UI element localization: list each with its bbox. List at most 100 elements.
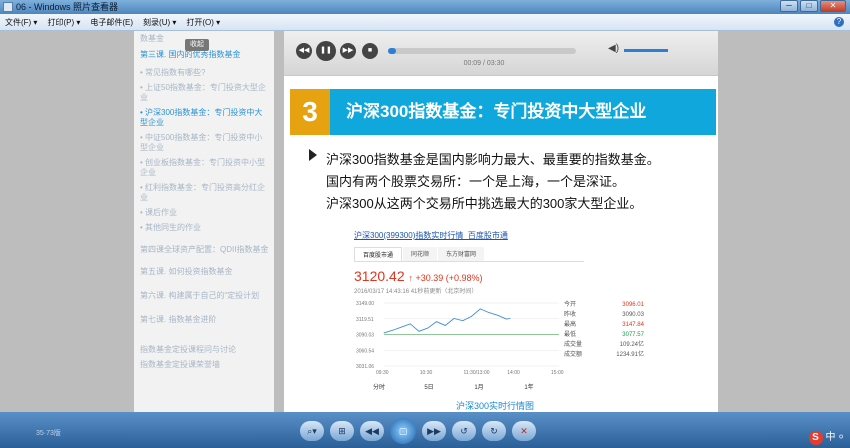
pause-button[interactable]: ❚❚ <box>316 41 336 61</box>
audio-player: ◀◀ ❚❚ ▶▶ ■ 00:09 / 03:30 ◀) <box>284 31 718 76</box>
outline-item[interactable]: • 中证500指数基金：专门投资中小型企业 <box>140 133 270 153</box>
price-point <box>509 318 511 319</box>
x-tick-label: 09:30 <box>376 370 389 376</box>
menu-open[interactable]: 打开(O) ▾ <box>186 14 220 30</box>
slide-body: 沪深300指数基金是国内影响力最大、最重要的指数基金。 国内有两个股票交易所：一… <box>309 149 660 215</box>
collapse-button[interactable]: 收起 <box>185 39 209 51</box>
index-price: 3120.42 <box>354 268 405 284</box>
volume-slider[interactable] <box>624 49 668 52</box>
progress-fill <box>388 48 396 54</box>
rotate-right-button[interactable]: ↻ <box>482 421 506 441</box>
price-point <box>444 325 446 326</box>
slide-line: 沪深300从这两个交易所中挑选最大的300家大型企业。 <box>326 196 643 211</box>
stat-label: 今开 <box>564 302 577 308</box>
price-point <box>453 318 455 319</box>
tab-tonghuashun[interactable]: 同花顺 <box>403 247 438 261</box>
price-point <box>383 332 385 334</box>
time-readout: 00:09 / 03:30 <box>463 60 505 67</box>
outline-item-active[interactable]: • 沪深300指数基金：专门投资中大型企业 <box>140 108 270 128</box>
y-tick-label: 3119.51 <box>356 317 374 323</box>
y-tick-label: 3031.06 <box>356 364 374 370</box>
stat-label: 昨收 <box>564 312 577 318</box>
outline-item[interactable]: • 红利指数基金：专门投资高分红企业 <box>140 183 270 203</box>
outline-footer[interactable]: 指数基金定投课程问与讨论 <box>140 345 270 355</box>
minimize-button[interactable]: ─ <box>780 0 798 12</box>
period-tabs: 分时 5日 1月 1年 <box>354 382 554 391</box>
lesson-6[interactable]: 第六课. 构建属于自己的“定投计划 <box>140 291 270 301</box>
outline-item[interactable]: • 常见指数有哪些? <box>140 68 270 78</box>
rewind-button[interactable]: ◀◀ <box>296 43 312 59</box>
source-tabs: 百度股市通 同花顺 东方财富网 <box>354 247 584 262</box>
slide-line: 国内有两个股票交易所：一个是上海，一个是深证。 <box>326 174 626 189</box>
period-tab[interactable]: 1年 <box>504 382 554 391</box>
index-change: ↑ +30.39 (+0.98%) <box>408 273 483 283</box>
actual-size-button[interactable]: ⊞ <box>330 421 354 441</box>
progress-bar[interactable] <box>388 48 576 54</box>
price-point <box>471 315 472 317</box>
price-point <box>436 321 437 323</box>
outline-footer[interactable]: 指数基金定投课荣誉墙 <box>140 360 270 370</box>
y-tick-label: 3149.00 <box>356 301 374 307</box>
x-tick-label: 11:30/13:00 <box>464 370 490 376</box>
menu-email[interactable]: 电子邮件(E) <box>90 14 133 30</box>
triangle-bullet-icon <box>309 149 317 161</box>
price-point <box>418 330 420 332</box>
help-icon[interactable]: ? <box>834 17 844 27</box>
stat-value: 1234.91亿 <box>616 352 644 358</box>
lesson-3[interactable]: 第三课. 国内的优秀指数基金 <box>140 50 270 60</box>
menu-print[interactable]: 打印(P) ▾ <box>47 14 80 30</box>
price-point <box>409 323 411 325</box>
period-tab[interactable]: 分时 <box>354 382 404 391</box>
slide-line: 沪深300指数基金是国内影响力最大、最重要的指数基金。 <box>326 152 660 167</box>
stat-label: 成交量 <box>564 342 583 348</box>
slideshow-button[interactable]: ▢ <box>390 418 416 444</box>
lesson-slide: ◀◀ ❚❚ ▶▶ ■ 00:09 / 03:30 ◀) 3 沪深300指数基金：… <box>284 31 718 412</box>
quote-link[interactable]: 沪深300(399300)指数实时行情_百度股市通 <box>354 230 584 241</box>
stat-value: 3096.01 <box>622 302 644 308</box>
forward-button[interactable]: ▶▶ <box>340 43 356 59</box>
tab-baidu[interactable]: 百度股市通 <box>354 247 403 261</box>
outline-item[interactable]: • 课后作业 <box>140 208 270 218</box>
stat-value: 3077.57 <box>622 332 644 338</box>
zoom-button[interactable]: ⌕▾ <box>300 421 324 441</box>
menu-bar: 文件(F) ▾ 打印(P) ▾ 电子邮件(E) 刻录(U) ▾ 打开(O) ▾ <box>0 14 850 31</box>
rotate-left-button[interactable]: ↺ <box>452 421 476 441</box>
close-button[interactable]: ✕ <box>820 0 846 12</box>
quote-stats: 今开 3096.01 昨收 3090.03 最高 3147.84 最低 3077.57 … <box>564 300 644 360</box>
outline-item[interactable]: • 其他同生的作业 <box>140 223 270 233</box>
menu-file[interactable]: 文件(F) ▾ <box>5 14 37 30</box>
period-tab[interactable]: 1月 <box>454 382 504 391</box>
system-tray: S中 ⸰ <box>808 428 844 445</box>
stat-value: 3147.84 <box>622 322 644 328</box>
slide-heading-band: 3 沪深300指数基金：专门投资中大型企业 <box>290 89 716 135</box>
quote-timestamp: 2016/03/17 14:43:16 41秒前更新（北京时间） <box>354 289 478 295</box>
chart-caption: 沪深300实时行情图 <box>456 401 535 411</box>
ime-icon[interactable]: S <box>808 431 823 445</box>
photo-viewer-icon <box>3 2 13 12</box>
quote-card: 沪深300(399300)指数实时行情_百度股市通 百度股市通 同花顺 东方财富… <box>354 230 644 411</box>
stop-button[interactable]: ■ <box>362 43 378 59</box>
lesson-5[interactable]: 第五课. 如何投资指数基金 <box>140 267 270 277</box>
tab-eastmoney[interactable]: 东方财富网 <box>438 247 485 261</box>
viewer-toolbar: 35·73版 ⌕▾ ⊞ ◀◀ ▢ ▶▶ ↺ ↻ ✕ S中 ⸰ <box>0 412 850 448</box>
price-point <box>488 312 490 314</box>
outline-item[interactable]: • 上证50指数基金：专门投资大型企业 <box>140 83 270 103</box>
outline-item[interactable]: • 创业板指数基金：专门投资中小型企业 <box>140 158 270 178</box>
toolbar-left-text: 35·73版 <box>36 430 61 437</box>
lesson-4[interactable]: 第四课全球资产配置：QDII指数基金 <box>140 245 270 255</box>
delete-button[interactable]: ✕ <box>512 421 536 441</box>
next-button[interactable]: ▶▶ <box>422 421 446 441</box>
price-point <box>392 329 394 331</box>
stat-label: 成交额 <box>564 352 583 358</box>
period-tab[interactable]: 5日 <box>404 382 454 391</box>
course-outline: 数基金 收起 第三课. 国内的优秀指数基金 • 常见指数有哪些? • 上证50指… <box>134 31 274 412</box>
lesson-7[interactable]: 第七课. 指数基金进阶 <box>140 315 270 325</box>
window-titlebar: 06 - Windows 照片查看器 ─ □ ✕ <box>0 0 850 14</box>
y-tick-label: 3090.03 <box>356 333 374 339</box>
previous-button[interactable]: ◀◀ <box>360 421 384 441</box>
menu-burn[interactable]: 刻录(U) ▾ <box>143 14 176 30</box>
maximize-button[interactable]: □ <box>800 0 818 12</box>
x-tick-label: 14:00 <box>507 370 520 376</box>
window-title: 06 - Windows 照片查看器 <box>16 2 119 12</box>
volume-icon[interactable]: ◀) <box>608 43 619 54</box>
